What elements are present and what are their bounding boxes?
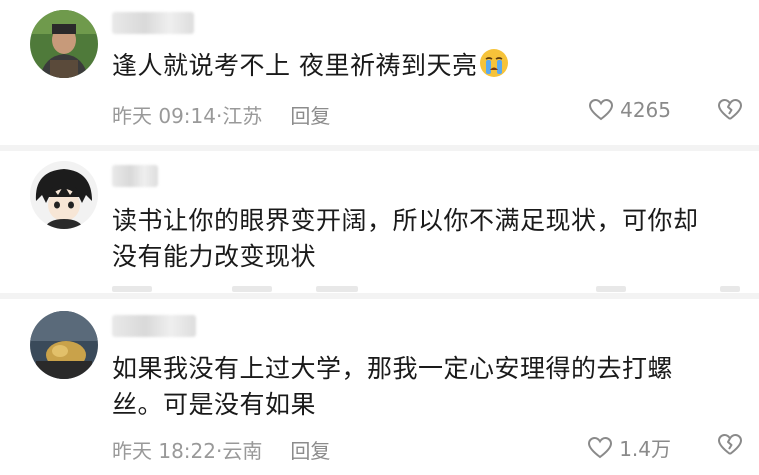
like-count: 4265 [620, 98, 671, 122]
comment-text: 如果我没有上过大学，那我一定心安理得的去打螺丝。可是没有如果 [112, 351, 719, 423]
like-button[interactable]: 4265 [588, 98, 671, 122]
broken-heart-icon [718, 98, 743, 120]
timestamp-location: 昨天 09:14·江苏 [112, 104, 263, 128]
comment-text-content: 如果我没有上过大学，那我一定心安理得的去打螺丝。可是没有如果 [112, 354, 674, 419]
comment-list: 逢人就说考不上 夜里祈祷到天亮 昨天 09:14·江苏 回复 4265 读书让你… [0, 0, 759, 475]
comment-meta: 昨天 09:14·江苏 回复 [112, 100, 330, 129]
comment-item: 如果我没有上过大学，那我一定心安理得的去打螺丝。可是没有如果 昨天 18:22·… [0, 299, 759, 475]
crying-face-icon [479, 48, 509, 88]
broken-heart-icon [718, 433, 743, 455]
comment-text: 读书让你的眼界变开阔，所以你不满足现状，可你却没有能力改变现状 [112, 203, 719, 275]
comment-text-content: 读书让你的眼界变开阔，所以你不满足现状，可你却没有能力改变现状 [112, 206, 699, 271]
like-count: 1.4万 [619, 437, 671, 461]
username-blurred[interactable] [112, 12, 194, 34]
comment-item: 逢人就说考不上 夜里祈祷到天亮 昨天 09:14·江苏 回复 4265 [0, 0, 759, 140]
avatar[interactable] [30, 311, 98, 379]
comment-item: 读书让你的眼界变开阔，所以你不满足现状，可你却没有能力改变现状 [0, 151, 759, 291]
dislike-button[interactable] [717, 98, 743, 126]
avatar[interactable] [30, 161, 98, 229]
comment-text-content: 逢人就说考不上 夜里祈祷到天亮 [112, 51, 478, 80]
reply-button[interactable]: 回复 [290, 439, 330, 463]
dislike-button[interactable] [717, 433, 743, 461]
heart-outline-icon [589, 98, 614, 121]
timestamp-location: 昨天 18:22·云南 [112, 439, 263, 463]
username-blurred[interactable] [112, 165, 158, 187]
comment-meta: 昨天 18:22·云南 回复 [112, 435, 330, 464]
like-button[interactable]: 1.4万 [587, 433, 671, 462]
username-blurred[interactable] [112, 315, 196, 337]
comment-text: 逢人就说考不上 夜里祈祷到天亮 [112, 48, 719, 88]
avatar[interactable] [30, 10, 98, 78]
heart-outline-icon [588, 436, 613, 458]
reply-button[interactable]: 回复 [290, 104, 330, 128]
